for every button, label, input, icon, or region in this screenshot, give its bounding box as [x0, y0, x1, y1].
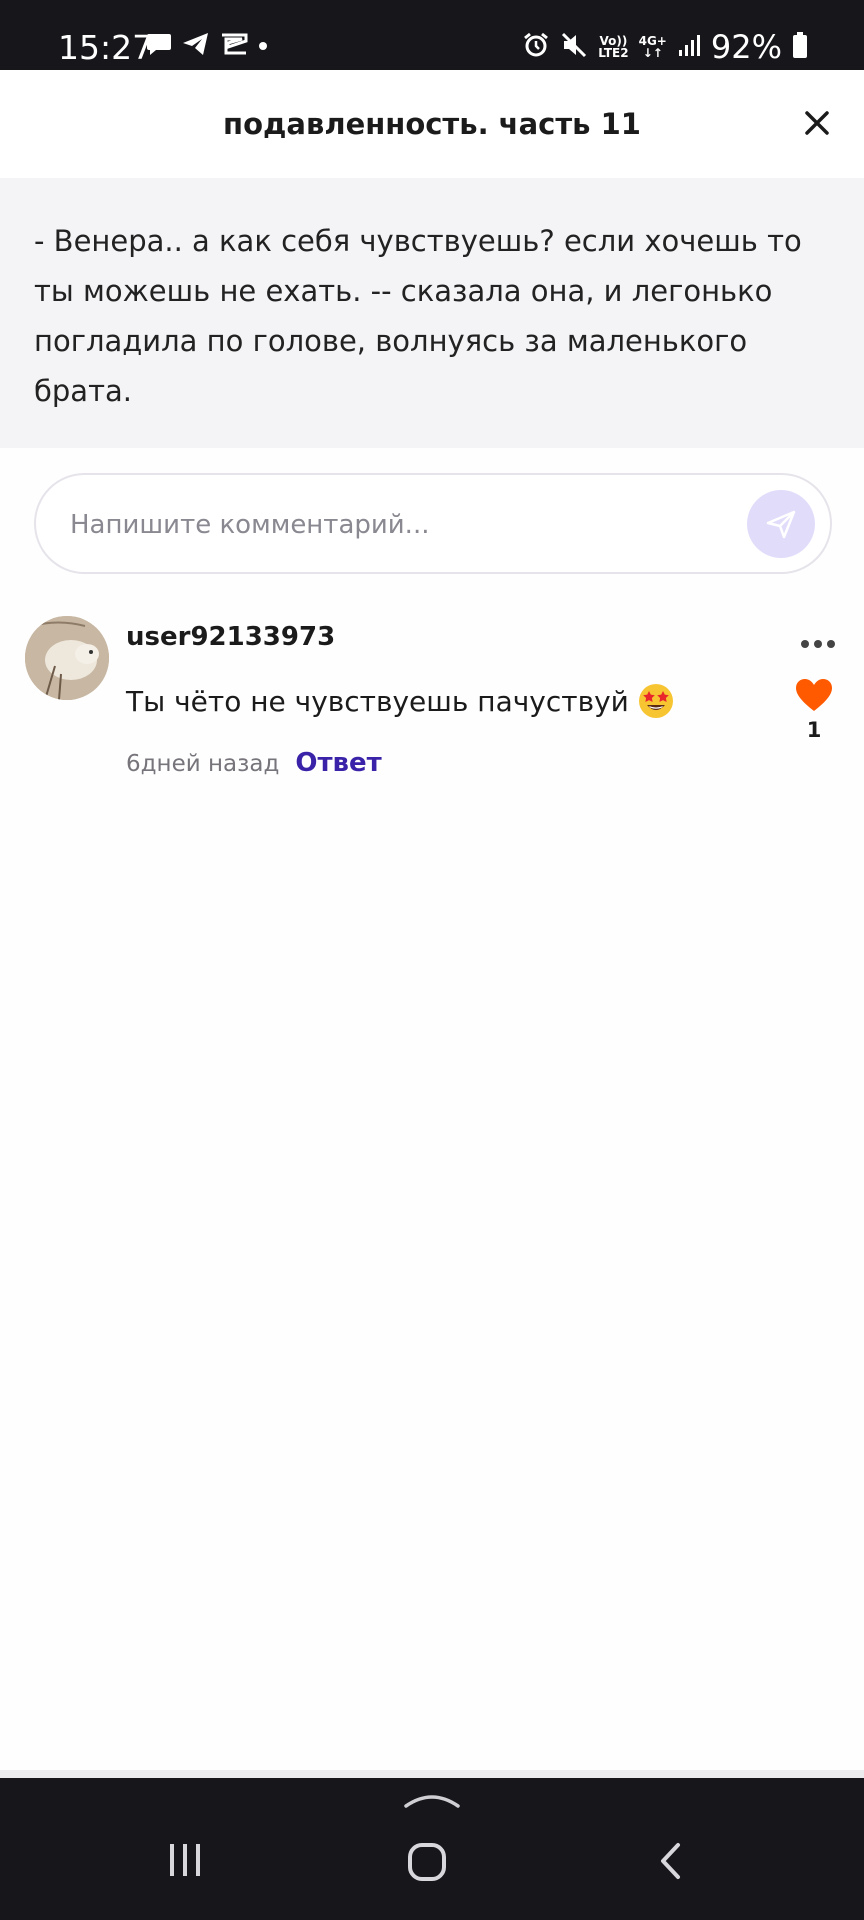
- signal-bars-icon: [677, 33, 701, 62]
- page-title: подавленность. часть 11: [223, 107, 641, 141]
- comment-input[interactable]: [70, 505, 710, 545]
- mute-icon: [560, 31, 588, 64]
- avatar[interactable]: [25, 616, 109, 700]
- close-button[interactable]: [802, 108, 832, 138]
- status-time: 15:27: [58, 28, 154, 67]
- dot-icon: [258, 38, 268, 56]
- more-icon: [801, 640, 835, 648]
- notification-icons: [146, 32, 268, 61]
- system-status-icons: Vo)) LTE2 4G+ ↓↑ 92%: [522, 28, 808, 66]
- comment-username[interactable]: user92133973: [126, 622, 335, 652]
- comment-meta: 6дней назад Ответ: [126, 748, 382, 778]
- comment-input-container: [34, 473, 832, 574]
- like-button[interactable]: 1: [794, 678, 834, 742]
- system-navigation-bar: [0, 1778, 864, 1920]
- heart-icon: [796, 679, 832, 711]
- comment-text: Ты чёто не чувствуешь пачуствуй: [126, 682, 675, 720]
- send-button[interactable]: [747, 490, 815, 558]
- sheet-header: подавленность. часть 11: [0, 70, 864, 178]
- capcut-icon: [220, 32, 248, 61]
- star-struck-emoji: [638, 684, 673, 718]
- send-icon: [766, 510, 796, 539]
- battery-percent: 92%: [710, 28, 782, 66]
- home-button[interactable]: [407, 1842, 447, 1887]
- comment-timestamp: 6дней назад: [126, 751, 280, 777]
- chat-bubble-icon: [146, 32, 172, 61]
- home-icon: [408, 1843, 446, 1881]
- back-icon: [661, 1843, 680, 1879]
- volte-indicator: Vo)) LTE2: [598, 34, 629, 60]
- keyboard-handle-icon[interactable]: [402, 1792, 462, 1815]
- excerpt-text: - Венера.. а как себя чувствуешь? если х…: [34, 224, 802, 408]
- reply-button[interactable]: Ответ: [295, 748, 381, 778]
- avatar-image: [25, 616, 109, 700]
- divider: [0, 1770, 864, 1778]
- quoted-excerpt: - Венера.. а как себя чувствуешь? если х…: [0, 178, 864, 448]
- more-options-button[interactable]: [800, 636, 836, 648]
- mobile-data-indicator: 4G+ ↓↑: [638, 34, 667, 60]
- status-bar: 15:27 Vo)) LTE2 4G+ ↓↑ 92%: [0, 0, 864, 70]
- back-button[interactable]: [656, 1842, 686, 1885]
- like-count: 1: [806, 718, 822, 742]
- comment-item: user92133973 Ты чёто не чувствуешь пачус…: [0, 610, 864, 790]
- close-icon: [805, 111, 829, 135]
- battery-icon: [792, 31, 808, 64]
- telegram-icon: [182, 32, 210, 61]
- comment-body: Ты чёто не чувствуешь пачуствуй: [126, 684, 629, 718]
- recent-apps-icon: [170, 1844, 200, 1876]
- recent-apps-button[interactable]: [166, 1842, 204, 1883]
- alarm-icon: [522, 31, 550, 64]
